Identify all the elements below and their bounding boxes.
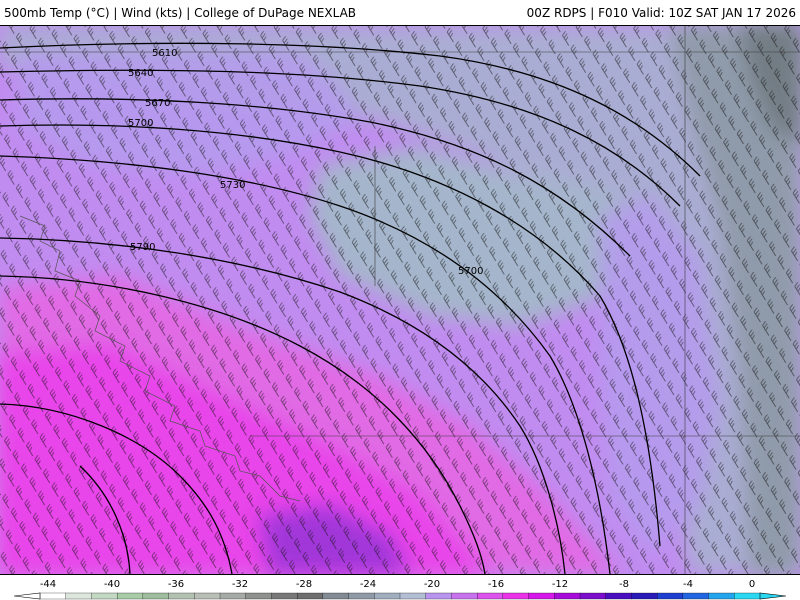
colorbar-segment xyxy=(39,592,67,600)
contour-label-5730: 5730 xyxy=(220,180,245,191)
contour-label-5640: 5640 xyxy=(128,68,153,79)
colorbar-segment xyxy=(579,592,607,600)
colorbar-segment xyxy=(734,592,761,600)
colorbar-segment xyxy=(168,592,195,600)
colorbar-segment xyxy=(554,592,581,600)
colorbar-tick-label: -24 xyxy=(360,579,376,590)
colorbar-segment xyxy=(65,592,92,600)
colorbar-tick-labels: -44 -40 -36 -32 -28 -24 -20 -16 -12 -8 -4 0 xyxy=(40,579,755,590)
colorbar-tick-label: -44 xyxy=(40,579,56,590)
colorbar-tick-label: -8 xyxy=(619,579,629,590)
colorbar-segment xyxy=(91,592,118,600)
contour-label-5700-east: 5700 xyxy=(458,266,483,277)
colorbar-tick-label: -4 xyxy=(683,579,693,590)
colorbar-tick-label: -40 xyxy=(104,579,120,590)
colorbar-segment xyxy=(142,592,170,600)
colorbar-segment xyxy=(399,592,427,600)
colorbar-segment xyxy=(682,592,710,600)
model-run-valid-time: 00Z RDPS | F010 Valid: 10Z SAT JAN 17 20… xyxy=(526,6,796,20)
contour-label-5610: 5610 xyxy=(152,48,177,59)
colorbar-segment xyxy=(708,592,735,600)
colorbar-tick-label: -20 xyxy=(424,579,440,590)
temperature-wind-map: 5610 5640 5670 5700 5730 5790 5700 xyxy=(0,26,800,574)
colorbar-segment xyxy=(451,592,478,600)
colorbar-segment xyxy=(528,592,555,600)
colorbar-segment xyxy=(271,592,298,600)
colorbar-segment xyxy=(425,592,452,600)
colorbar-tick-label: -16 xyxy=(488,579,504,590)
contour-label-5700-west: 5700 xyxy=(128,118,153,129)
header-bar: 500mb Temp (°C) | Wind (kts) | College o… xyxy=(0,0,800,26)
contour-label-5670: 5670 xyxy=(145,98,170,109)
colorbar-segment xyxy=(502,592,530,600)
colorbar-segment xyxy=(219,592,247,600)
colorbar-segment xyxy=(605,592,632,600)
colorbar-segment xyxy=(656,592,684,600)
colorbar-left-arrow xyxy=(13,592,41,600)
colorbar-segment xyxy=(631,592,658,600)
colorbar-segment xyxy=(322,592,350,600)
colorbar-segment xyxy=(296,592,324,600)
colorbar-segment xyxy=(116,592,144,600)
colorbar-tick-label: -12 xyxy=(552,579,568,590)
colorbar-segment xyxy=(245,592,272,600)
colorbar-right-arrow xyxy=(759,592,787,600)
colorbar-tick-label: 0 xyxy=(749,579,755,590)
temperature-colorbar: -44 -40 -36 -32 -28 -24 -20 -16 -12 -8 -4 0 xyxy=(0,574,800,600)
colorbar-graphic: -44 -40 -36 -32 -28 -24 -20 -16 -12 -8 -4 0 xyxy=(13,579,787,600)
weather-map-window: 500mb Temp (°C) | Wind (kts) | College o… xyxy=(0,0,800,600)
colorbar-segment xyxy=(476,592,504,600)
colorbar-segment xyxy=(194,592,221,600)
colorbar-segments xyxy=(39,592,761,600)
colorbar-tick-label: -32 xyxy=(232,579,248,590)
product-title: 500mb Temp (°C) | Wind (kts) | College o… xyxy=(4,6,357,20)
colorbar-segment xyxy=(348,592,375,600)
wind-barbs-layer xyxy=(0,26,800,574)
colorbar-segment xyxy=(374,592,401,600)
colorbar-tick-label: -36 xyxy=(168,579,184,590)
contour-label-5790: 5790 xyxy=(130,242,155,253)
colorbar-tick-label: -28 xyxy=(296,579,312,590)
